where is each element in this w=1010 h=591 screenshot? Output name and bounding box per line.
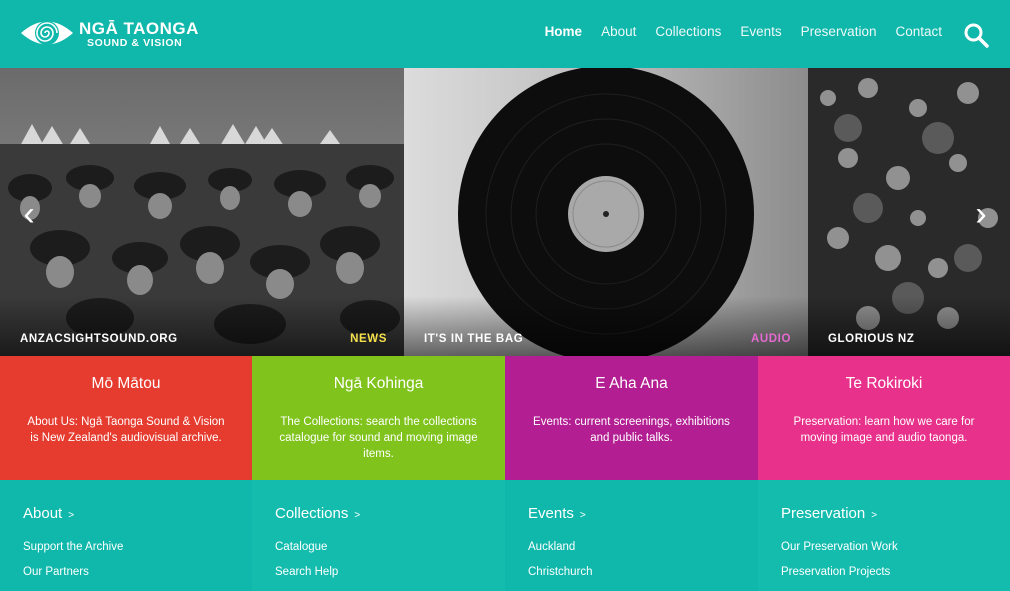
tile-preservation[interactable]: Te Rokiroki Preservation: learn how we c… <box>758 356 1010 480</box>
footer-heading-collections[interactable]: Collections > <box>275 505 360 522</box>
nav-about[interactable]: About <box>601 24 636 39</box>
nav-preservation[interactable]: Preservation <box>801 24 877 39</box>
brand-subtitle: SOUND & VISION <box>87 37 183 49</box>
slide-caption: IT'S IN THE BAG <box>424 333 524 345</box>
site-header: NGĀ TAONGA SOUND & VISION Home About Col… <box>0 0 1010 68</box>
footer-link[interactable]: Christchurch <box>528 566 593 578</box>
main-nav: Home About Collections Events Preservati… <box>526 24 942 39</box>
tile-text: Preservation: learn how we care for movi… <box>793 416 975 444</box>
footer-col-about: About > Support the Archive Our Partners <box>0 480 252 591</box>
tile-collections[interactable]: Ngā Kohinga The Collections: search the … <box>252 356 505 480</box>
footer-link[interactable]: Auckland <box>528 541 575 553</box>
footer-heading-preservation[interactable]: Preservation > <box>781 505 877 522</box>
slide-caption: GLORIOUS NZ <box>828 333 915 345</box>
tile-text: Events: current screenings, exhibitions … <box>533 416 730 444</box>
search-icon[interactable] <box>963 22 989 48</box>
hero-carousel: ANZACSIGHTSOUND.ORG NEWS IT'S IN THE BAG… <box>0 68 1010 356</box>
chevron-right-icon: > <box>68 510 75 521</box>
tile-title: Te Rokiroki <box>845 375 923 392</box>
section-tiles: Mō Mātou About Us: Ngā Taonga Sound & Vi… <box>0 356 1010 480</box>
footer-link[interactable]: Preservation Projects <box>781 566 890 578</box>
tile-title: Ngā Kohinga <box>333 375 424 392</box>
site-logo[interactable]: NGĀ TAONGA SOUND & VISION <box>19 14 198 54</box>
chevron-left-icon[interactable]: ‹ <box>14 196 44 232</box>
chevron-right-icon: > <box>871 510 878 521</box>
brand-title: NGĀ TAONGA <box>79 19 199 38</box>
slide-tag-news: NEWS <box>350 333 387 345</box>
slide-record[interactable]: IT'S IN THE BAG AUDIO <box>404 68 808 356</box>
tile-text: The Collections: search the collections … <box>279 416 478 460</box>
slide-anzac[interactable]: ANZACSIGHTSOUND.ORG NEWS <box>0 68 404 356</box>
footer-heading-events[interactable]: Events > <box>528 505 586 522</box>
nav-contact[interactable]: Contact <box>895 24 942 39</box>
tile-events[interactable]: E Aha Ana Events: current screenings, ex… <box>505 356 758 480</box>
tile-text: About Us: Ngā Taonga Sound & Vision is N… <box>27 416 225 444</box>
tile-title: Mō Mātou <box>91 375 161 392</box>
footer-link[interactable]: Catalogue <box>275 541 327 553</box>
slide-tag-audio: AUDIO <box>750 333 791 345</box>
eye-spiral-logo-icon <box>21 21 73 45</box>
tile-title: E Aha Ana <box>595 375 668 392</box>
nav-collections[interactable]: Collections <box>655 24 721 39</box>
nav-home[interactable]: Home <box>545 24 583 39</box>
footer-link[interactable]: Search Help <box>275 566 338 578</box>
footer-col-events: Events > Auckland Christchurch <box>505 480 758 591</box>
footer-col-preservation: Preservation > Our Preservation Work Pres… <box>758 480 1010 591</box>
chevron-right-icon: > <box>354 510 361 521</box>
tile-about[interactable]: Mō Mātou About Us: Ngā Taonga Sound & Vi… <box>0 356 252 480</box>
chevron-right-icon: > <box>579 510 586 521</box>
slide-caption: ANZACSIGHTSOUND.ORG <box>20 333 178 345</box>
chevron-right-icon[interactable]: › <box>966 196 996 232</box>
footer-heading-about[interactable]: About > <box>23 505 74 522</box>
footer-links: About > Support the Archive Our Partners … <box>0 480 1010 591</box>
footer-link[interactable]: Our Preservation Work <box>781 541 898 553</box>
footer-col-collections: Collections > Catalogue Search Help <box>252 480 505 591</box>
nav-events[interactable]: Events <box>740 24 781 39</box>
footer-link[interactable]: Our Partners <box>23 566 89 578</box>
footer-link[interactable]: Support the Archive <box>23 541 123 553</box>
